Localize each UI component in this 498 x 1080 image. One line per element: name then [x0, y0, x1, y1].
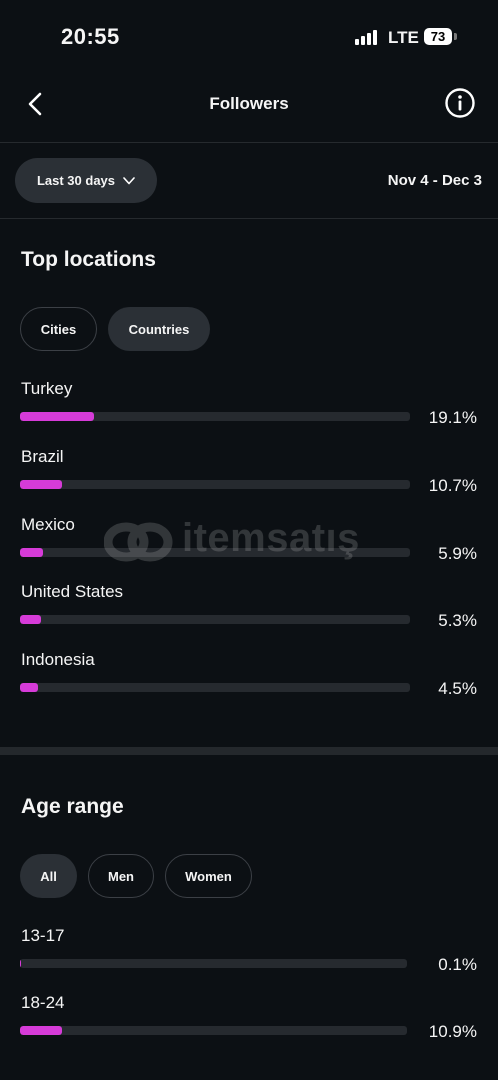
- progress-track: [20, 479, 410, 489]
- section-divider: [0, 747, 498, 755]
- progress-fill: [20, 615, 41, 625]
- status-time: 20:55: [61, 24, 120, 49]
- row-label: Indonesia: [21, 650, 95, 670]
- age-range-title: Age range: [21, 795, 124, 818]
- progress-track: [20, 615, 410, 625]
- row-label: Mexico: [21, 514, 75, 534]
- network-type: LTE: [388, 28, 419, 47]
- progress-fill: [20, 547, 43, 557]
- status-bar: 20:55 LTE 73: [0, 0, 498, 70]
- list-item: Indonesia 4.5%: [0, 650, 498, 710]
- info-circle-icon: [445, 88, 475, 118]
- row-label: United States: [21, 582, 124, 602]
- filter-row: Last 30 days Nov 4 - Dec 3: [0, 143, 498, 219]
- battery-icon: 73: [424, 28, 452, 45]
- nav-header: Followers: [0, 70, 498, 143]
- row-percent: 0.1%: [438, 955, 477, 974]
- tab-cities[interactable]: Cities: [20, 307, 97, 351]
- info-button[interactable]: [444, 87, 476, 119]
- date-range-dropdown[interactable]: Last 30 days: [15, 158, 157, 203]
- progress-fill: [20, 683, 38, 693]
- row-percent: 4.5%: [438, 679, 477, 699]
- watermark-logo: itemsatış: [104, 512, 404, 572]
- progress-track: [20, 683, 410, 693]
- tab-all[interactable]: All: [20, 854, 77, 898]
- watermark-icon: [104, 522, 173, 562]
- row-label: 13-17: [21, 926, 65, 945]
- battery-tip: [454, 33, 457, 40]
- row-percent: 19.1%: [428, 408, 477, 427]
- row-label: Turkey: [21, 379, 73, 398]
- row-percent: 10.9%: [428, 1022, 477, 1041]
- tab-countries[interactable]: Countries: [108, 307, 210, 351]
- chevron-down-icon: [123, 176, 135, 184]
- list-item: United States 5.3%: [0, 582, 498, 642]
- date-range-label: Last 30 days: [36, 173, 116, 188]
- row-percent: 10.7%: [428, 475, 477, 495]
- progress-fill: [20, 412, 95, 421]
- list-item: Turkey 19.1%: [0, 379, 498, 439]
- top-locations-title: Top locations: [21, 248, 156, 271]
- list-item: Brazil 10.7%: [0, 447, 498, 507]
- row-percent: 5.9%: [438, 543, 477, 563]
- progress-track: [20, 959, 407, 968]
- watermark-text: itemsatış: [182, 516, 360, 560]
- row-label: Brazil: [21, 446, 64, 466]
- signal-icon: [355, 30, 379, 45]
- progress-track: [20, 412, 410, 421]
- list-item: 13-17 0.1%: [0, 926, 498, 986]
- date-range-text: Nov 4 - Dec 3: [387, 172, 482, 189]
- row-label: 18-24: [21, 993, 65, 1012]
- progress-fill: [20, 479, 62, 489]
- page-title: Followers: [209, 94, 289, 113]
- progress-track: [20, 1026, 407, 1035]
- tab-men[interactable]: Men: [88, 854, 154, 898]
- progress-fill: [20, 1026, 63, 1035]
- list-item: 18-24 10.9%: [0, 993, 498, 1053]
- row-percent: 5.3%: [438, 611, 477, 631]
- tab-women[interactable]: Women: [165, 854, 252, 898]
